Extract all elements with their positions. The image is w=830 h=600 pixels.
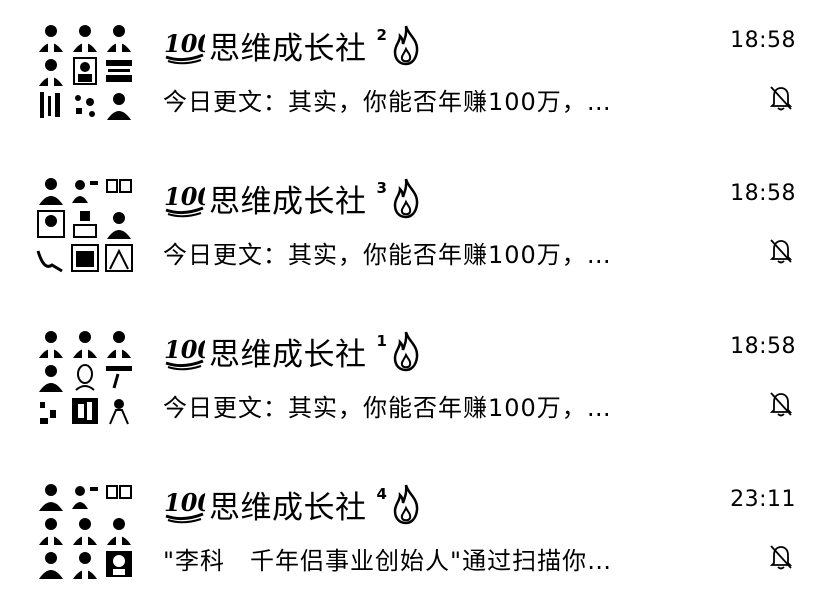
member-avatar: [70, 328, 100, 358]
member-avatar: [70, 481, 100, 511]
member-avatar: [36, 362, 66, 392]
message-preview: 今日更文：其实，你能否年赚100万，…: [163, 241, 612, 269]
chat-list: 100 思维成长社 2 18:58 今日更文：其实，你能否年赚100万，…: [0, 0, 830, 600]
chat-row[interactable]: 100 思维成长社 2 18:58 今日更文：其实，你能否年赚100万，…: [0, 0, 830, 120]
member-avatar: [70, 90, 100, 120]
hundred-points-icon: 100: [163, 484, 214, 524]
member-avatar: [104, 549, 134, 579]
member-avatar: [104, 90, 134, 120]
chat-name: 思维成长社: [209, 30, 367, 67]
member-avatar: [104, 362, 134, 392]
svg-text:100: 100: [164, 29, 205, 58]
member-avatar: [70, 396, 100, 426]
group-avatar: [36, 22, 134, 120]
member-avatar: [70, 549, 100, 579]
member-avatar: [70, 175, 100, 205]
svg-text:100: 100: [164, 182, 205, 211]
title-superscript: 1: [376, 332, 387, 350]
member-avatar: [36, 243, 66, 273]
group-avatar: [36, 481, 134, 579]
hundred-points-icon: 100: [163, 178, 214, 218]
member-avatar: [104, 22, 134, 52]
chat-name: 思维成长社: [209, 336, 367, 373]
title-superscript: 2: [376, 26, 387, 44]
member-avatar: [104, 328, 134, 358]
member-avatar: [36, 22, 66, 52]
message-time: 18:58: [730, 28, 796, 53]
member-avatar: [36, 56, 66, 86]
message-time: 23:11: [730, 487, 796, 512]
bell-slash-icon: [768, 390, 794, 418]
message-preview: "李科 千年侣事业创始人"通过扫描你…: [163, 547, 613, 575]
title-superscript: 4: [376, 485, 387, 503]
member-avatar: [104, 396, 134, 426]
fire-icon: [390, 176, 422, 220]
member-avatar: [104, 515, 134, 545]
member-avatar: [70, 209, 100, 239]
member-avatar: [36, 396, 66, 426]
fire-icon: [390, 482, 422, 526]
bell-slash-icon: [768, 84, 794, 112]
chat-title: 100 思维成长社 1: [163, 326, 422, 376]
group-avatar: [36, 328, 134, 426]
member-avatar: [36, 209, 66, 239]
group-avatar: [36, 175, 134, 273]
member-avatar: [36, 175, 66, 205]
hundred-points-icon: 100: [163, 25, 214, 65]
member-avatar: [104, 243, 134, 273]
member-avatar: [36, 481, 66, 511]
bell-slash-icon: [768, 237, 794, 265]
svg-text:100: 100: [164, 488, 205, 517]
title-superscript: 3: [376, 179, 387, 197]
fire-icon: [390, 329, 422, 373]
chat-row[interactable]: 100 思维成长社 3 18:58 今日更文：其实，你能否年赚100万，…: [0, 153, 830, 273]
chat-title: 100 思维成长社 4: [163, 479, 422, 529]
member-avatar: [36, 549, 66, 579]
fire-icon: [390, 23, 422, 67]
message-time: 18:58: [730, 181, 796, 206]
svg-text:100: 100: [164, 335, 205, 364]
member-avatar: [104, 209, 134, 239]
message-time: 18:58: [730, 334, 796, 359]
member-avatar: [70, 243, 100, 273]
message-preview: 今日更文：其实，你能否年赚100万，…: [163, 394, 612, 422]
member-avatar: [36, 515, 66, 545]
member-avatar: [70, 362, 100, 392]
member-avatar: [104, 56, 134, 86]
chat-name: 思维成长社: [209, 183, 367, 220]
hundred-points-icon: 100: [163, 331, 214, 371]
chat-title: 100 思维成长社 2: [163, 20, 422, 70]
chat-row[interactable]: 100 思维成长社 1 18:58 今日更文：其实，你能否年赚100万，…: [0, 306, 830, 426]
member-avatar: [70, 515, 100, 545]
chat-name: 思维成长社: [209, 489, 367, 526]
chat-title: 100 思维成长社 3: [163, 173, 422, 223]
member-avatar: [104, 481, 134, 511]
member-avatar: [70, 22, 100, 52]
member-avatar: [70, 56, 100, 86]
bell-slash-icon: [768, 543, 794, 571]
member-avatar: [104, 175, 134, 205]
member-avatar: [36, 90, 66, 120]
member-avatar: [36, 328, 66, 358]
message-preview: 今日更文：其实，你能否年赚100万，…: [163, 88, 612, 116]
chat-row[interactable]: 100 思维成长社 4 23:11 "李科 千年侣事业创始人"通过扫描你…: [0, 459, 830, 579]
